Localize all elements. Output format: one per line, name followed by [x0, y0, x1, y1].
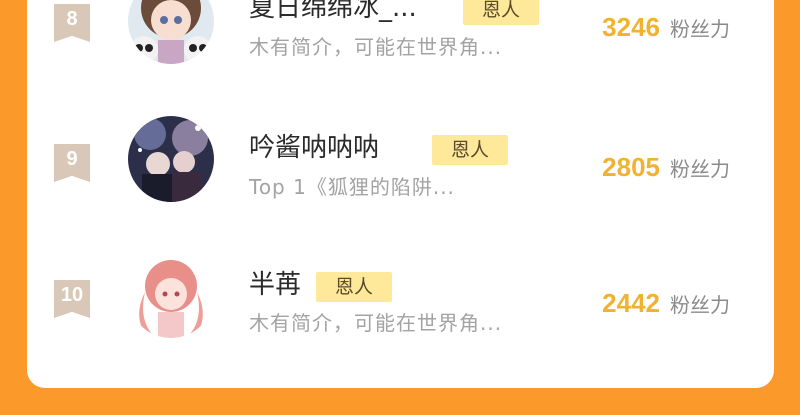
rank-badge: 9	[54, 144, 90, 182]
status-badge: 恩人	[316, 272, 392, 302]
user-name[interactable]: 吟酱呐呐呐	[249, 132, 379, 164]
fans-count: 2805 粉丝力	[602, 152, 730, 183]
user-bio: Top 1《狐狸的陷阱...	[249, 175, 455, 199]
user-bio: 木有简介，可能在世界角...	[249, 311, 503, 335]
user-name[interactable]: 夏日绵绵冰_...	[249, 0, 417, 24]
pink-hair-girl-avatar-icon	[128, 252, 214, 338]
anime-girl-panda-avatar-icon	[128, 0, 214, 64]
rank-badge: 10	[54, 280, 90, 318]
avatar[interactable]	[128, 0, 214, 64]
list-item[interactable]: 8 夏日绵绵冰_... 恩人 木有简介，可能在世界角... 3246 粉丝力	[27, 0, 774, 70]
dark-night-scene-avatar-icon	[128, 116, 214, 202]
fans-count: 3246 粉丝力	[602, 12, 730, 43]
avatar[interactable]	[128, 252, 214, 338]
status-badge: 恩人	[432, 135, 508, 165]
fans-number: 2805	[602, 152, 660, 182]
user-name[interactable]: 半苒	[249, 269, 301, 301]
status-badge: 恩人	[463, 0, 539, 25]
fans-unit: 粉丝力	[670, 157, 730, 181]
fans-count: 2442 粉丝力	[602, 288, 730, 319]
fans-number: 3246	[602, 12, 660, 42]
fans-unit: 粉丝力	[670, 293, 730, 317]
fans-number: 2442	[602, 288, 660, 318]
ranking-card: 8 夏日绵绵冰_... 恩人 木有简介，可能在世界角... 3246 粉丝力 9…	[27, 0, 774, 388]
fans-unit: 粉丝力	[670, 17, 730, 41]
user-bio: 木有简介，可能在世界角...	[249, 35, 503, 59]
list-item[interactable]: 9 吟酱呐呐呐 恩人 Top 1《狐狸的陷阱... 2805 粉丝力	[27, 110, 774, 210]
list-item[interactable]: 10 半苒 恩人 木有简介，可能在世界角... 2442 粉丝力	[27, 247, 774, 347]
rank-badge: 8	[54, 4, 90, 42]
avatar[interactable]	[128, 116, 214, 202]
